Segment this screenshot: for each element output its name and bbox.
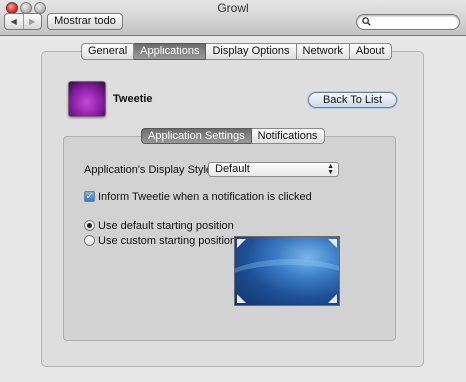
- tab-about[interactable]: About: [349, 43, 392, 60]
- show-all-button[interactable]: Mostrar todo: [47, 13, 123, 30]
- app-settings-tabs: Application Settings Notifications: [141, 128, 325, 144]
- tab-applications[interactable]: Applications: [134, 43, 207, 60]
- custom-position-radio[interactable]: [84, 235, 95, 246]
- forward-arrow-icon[interactable]: ▶: [22, 14, 42, 29]
- display-style-label: Application's Display Style:: [84, 164, 216, 176]
- custom-position-label: Use custom starting position:: [98, 235, 240, 247]
- display-style-select[interactable]: Default ▲ ▼: [208, 162, 339, 177]
- search-input[interactable]: [356, 14, 460, 30]
- top-right-corner-icon[interactable]: [328, 239, 337, 248]
- select-arrows-icon: ▲ ▼: [327, 163, 334, 176]
- tab-network[interactable]: Network: [296, 43, 350, 60]
- wallpaper-wave: [235, 259, 339, 305]
- search-icon: [362, 17, 371, 26]
- display-style-value: Default: [215, 163, 250, 175]
- back-to-list-button[interactable]: Back To List: [308, 92, 397, 108]
- default-position-label: Use default starting position: [98, 220, 234, 232]
- preference-tabs: General Applications Display Options Net…: [81, 43, 392, 60]
- tab-notifications[interactable]: Notifications: [251, 128, 325, 144]
- bottom-right-corner-icon[interactable]: [328, 294, 337, 303]
- inform-app-checkbox[interactable]: ✓: [84, 191, 95, 202]
- default-position-radio[interactable]: [84, 220, 95, 231]
- bottom-left-corner-icon[interactable]: [237, 294, 246, 303]
- screen-position-picker[interactable]: [234, 236, 340, 306]
- tab-application-settings[interactable]: Application Settings: [141, 128, 252, 144]
- inform-app-label: Inform Tweetie when a notification is cl…: [98, 191, 312, 203]
- tab-display-options[interactable]: Display Options: [206, 43, 297, 60]
- title-toolbar: Growl ◀ ▶ Mostrar todo: [0, 0, 466, 36]
- tab-general[interactable]: General: [81, 43, 135, 60]
- app-name: Tweetie: [113, 93, 153, 105]
- top-left-corner-icon[interactable]: [237, 239, 246, 248]
- back-arrow-icon[interactable]: ◀: [5, 14, 23, 29]
- tweetie-app-icon: [68, 81, 106, 117]
- back-forward-control: ◀ ▶: [4, 13, 42, 30]
